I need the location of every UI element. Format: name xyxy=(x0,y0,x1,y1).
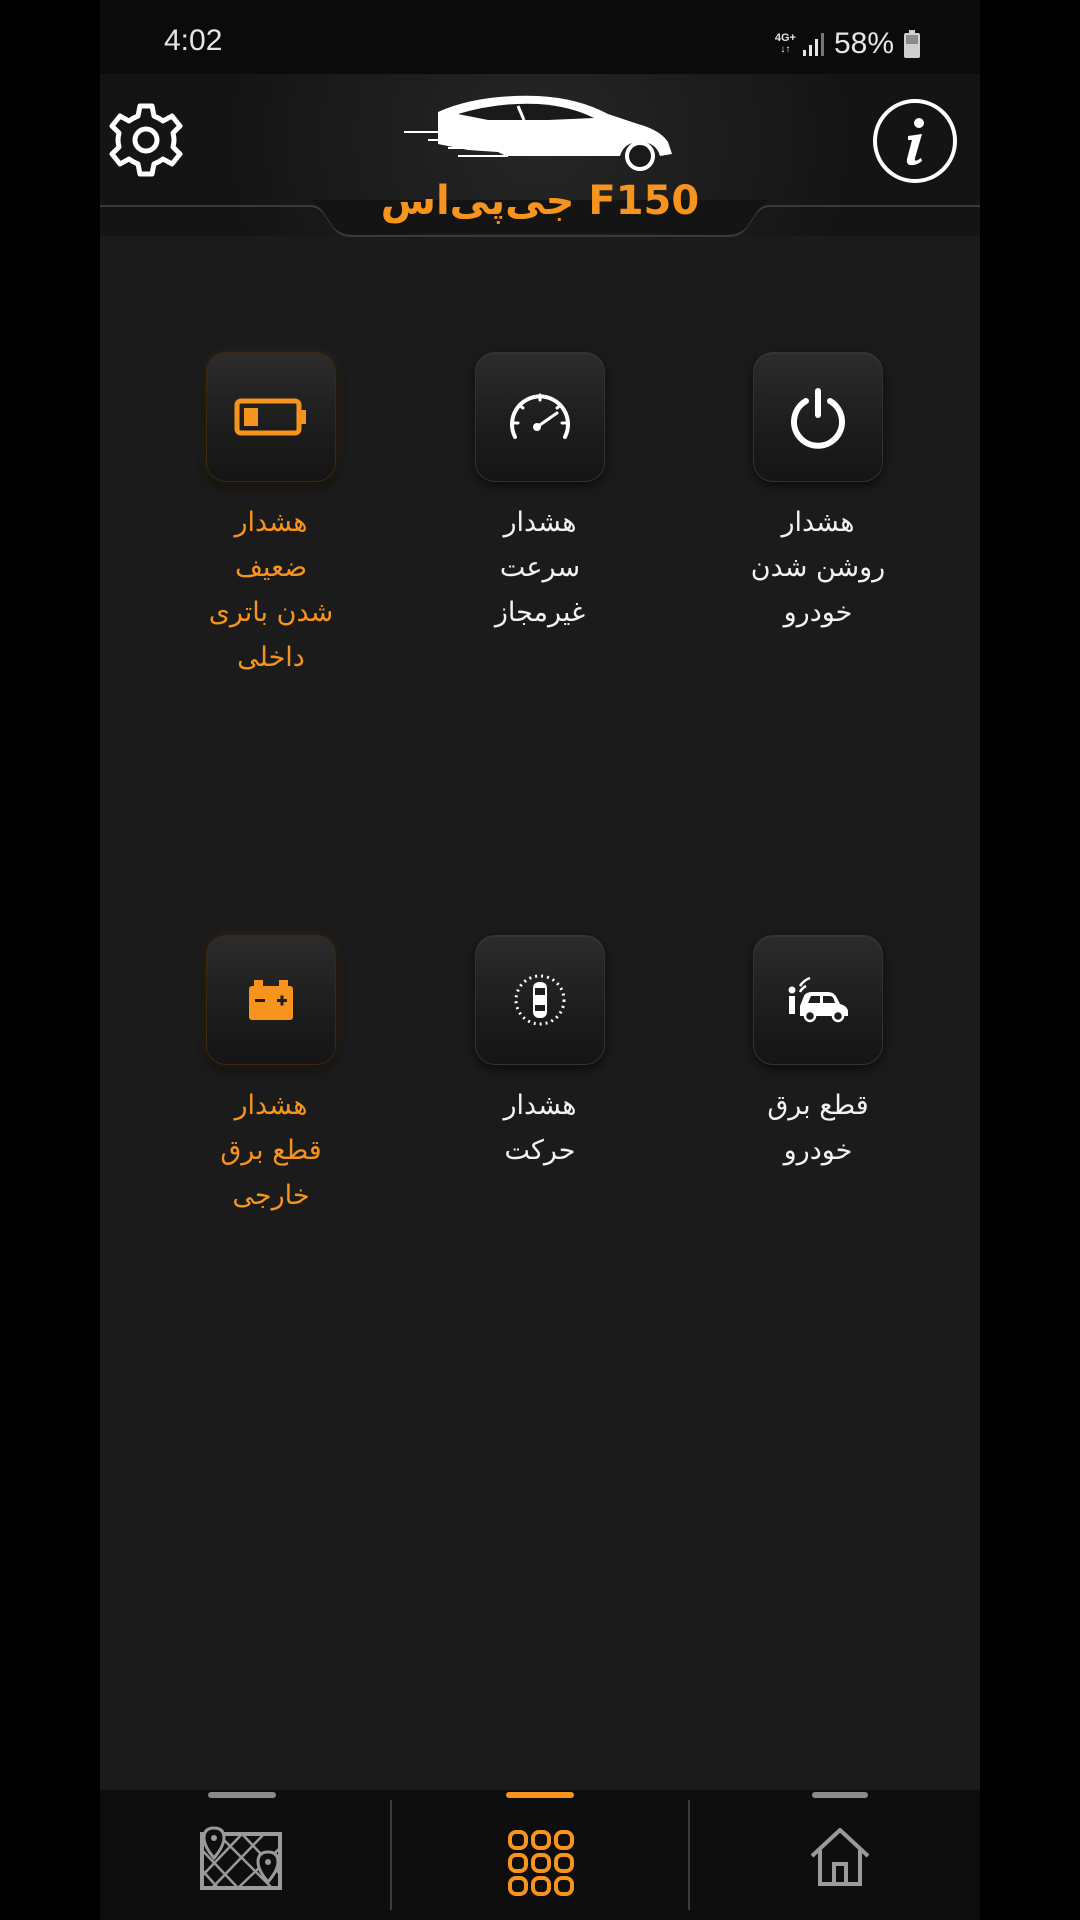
status-time: 4:02 xyxy=(164,24,223,57)
app-title: جی‌پی‌اس F150 xyxy=(380,178,700,224)
nav-indicator-active xyxy=(506,1792,574,1798)
nav-alerts-grid[interactable] xyxy=(392,1790,688,1920)
status-icons: 4G+ ↓↑ 58% xyxy=(775,24,920,64)
tile-label: قطع برق خودرو xyxy=(767,1090,869,1166)
nav-indicator xyxy=(812,1792,868,1798)
gear-icon xyxy=(109,103,183,177)
info-button[interactable] xyxy=(872,98,958,184)
network-indicator: 4G+ ↓↑ xyxy=(775,32,824,56)
info-icon xyxy=(873,99,957,183)
tile-label: هشدار حرکت xyxy=(503,1090,577,1166)
tile-button[interactable] xyxy=(206,352,336,482)
car-motion-icon xyxy=(514,974,566,1026)
tile-label: هشدار ضعیف شدن باتری داخلی xyxy=(208,507,334,673)
car-power-cut-icon xyxy=(788,976,848,1023)
nav-indicator xyxy=(208,1792,276,1798)
tile-button[interactable] xyxy=(753,352,883,482)
grid-icon xyxy=(508,1830,574,1896)
settings-button[interactable] xyxy=(106,100,186,180)
battery-low-icon xyxy=(234,398,306,436)
network-type: 4G+ ↓↑ xyxy=(774,32,796,56)
tile-external-power-alert[interactable]: هشدار قطع برق خارجی xyxy=(181,935,361,1218)
map-icon xyxy=(200,1826,282,1890)
signal-icon xyxy=(802,33,824,56)
tile-button[interactable] xyxy=(475,935,605,1065)
tile-button[interactable] xyxy=(206,935,336,1065)
power-icon xyxy=(791,388,845,449)
nav-map[interactable] xyxy=(100,1790,390,1920)
car-battery-icon xyxy=(249,980,293,1020)
app-screen: 4:02 4G+↓↑ 58% xyxy=(100,0,980,1920)
nav-home[interactable] xyxy=(690,1790,980,1920)
car-logo xyxy=(404,95,672,171)
tile-button[interactable] xyxy=(475,352,605,482)
home-icon xyxy=(810,1828,870,1886)
tile-power-cut[interactable]: قطع برق خودرو xyxy=(728,935,908,1173)
bottom-nav xyxy=(100,1790,980,1920)
battery-icon xyxy=(904,30,920,58)
tile-ignition-alert[interactable]: هشدار روشن شدن خودرو xyxy=(728,352,908,635)
tile-label: هشدار روشن شدن خودرو xyxy=(750,507,886,628)
tile-speed-alert[interactable]: هشدار سرعت غیرمجاز xyxy=(450,352,630,635)
tile-label: هشدار سرعت غیرمجاز xyxy=(494,507,586,628)
tile-internal-battery-alert[interactable]: هشدار ضعیف شدن باتری داخلی xyxy=(181,352,361,680)
speedometer-icon xyxy=(510,393,570,439)
tile-motion-alert[interactable]: هشدار حرکت xyxy=(450,935,630,1173)
tile-button[interactable] xyxy=(753,935,883,1065)
tile-label: هشدار قطع برق خارجی xyxy=(220,1090,322,1211)
battery-percent: 58% xyxy=(833,27,894,60)
